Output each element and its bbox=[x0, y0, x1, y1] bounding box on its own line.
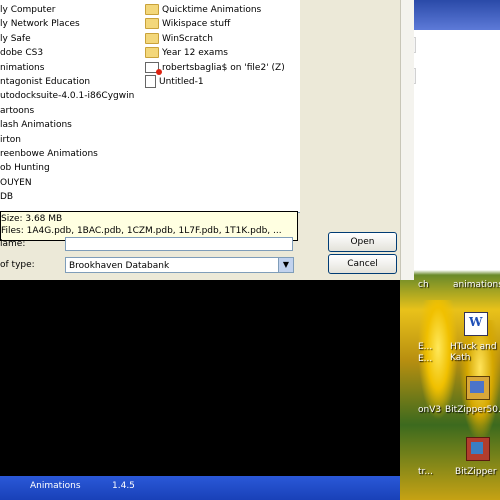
file-list-item-label: reenbowe Animations bbox=[0, 149, 98, 159]
open-button[interactable]: Open bbox=[328, 232, 397, 252]
file-list-item-label: dobe CS3 bbox=[0, 48, 44, 59]
file-list-item[interactable]: DB bbox=[0, 190, 13, 204]
file-list-item-label: ly Computer bbox=[0, 5, 56, 15]
file-list-item[interactable]: ly Computer bbox=[0, 3, 55, 17]
file-list-item-label: DB bbox=[0, 192, 14, 203]
file-list-item-label: irton bbox=[0, 134, 21, 145]
file-list-item[interactable]: robertsbaglia$ on 'file2' (Z) bbox=[145, 61, 285, 75]
file-type-label: of type: bbox=[0, 260, 35, 270]
file-list-item-label: lash Animations bbox=[0, 120, 72, 131]
file-list-item[interactable]: ly Network Places bbox=[0, 17, 80, 31]
file-list-item[interactable]: ntagonist Education bbox=[0, 75, 90, 89]
file-name-input[interactable] bbox=[65, 237, 293, 251]
taskbar-item-version[interactable]: 1.4.5 bbox=[112, 481, 135, 491]
file-list-item-label: ly Network Places bbox=[0, 19, 80, 30]
folder-icon bbox=[145, 4, 159, 15]
word-document-icon[interactable] bbox=[464, 312, 488, 336]
document-icon bbox=[145, 75, 156, 88]
background-window bbox=[413, 30, 500, 265]
file-type-select[interactable]: Brookhaven Databank ▼ bbox=[65, 257, 294, 273]
file-list-item-label: artoons bbox=[0, 105, 35, 116]
file-list-item-label: utodocksuite-4.0.1-i86Cygwin bbox=[0, 91, 135, 102]
cancel-button[interactable]: Cancel bbox=[328, 254, 397, 274]
open-file-dialog: ly Computer ly Network Places ly Safe dobe … bbox=[0, 0, 400, 280]
console-window bbox=[0, 282, 400, 482]
taskbar-item-animations[interactable]: Animations bbox=[30, 481, 81, 491]
bitzipper-icon[interactable] bbox=[466, 376, 490, 400]
desktop-label[interactable]: tr... bbox=[418, 467, 433, 477]
file-list-item-label: ly Safe bbox=[0, 33, 31, 44]
file-list-item-label: robertsbaglia$ on 'file2' (Z) bbox=[162, 62, 285, 73]
file-type-value: Brookhaven Databank bbox=[69, 261, 170, 271]
tooltip-files: Files: 1A4G.pdb, 1BAC.pdb, 1CZM.pdb, 1L7… bbox=[1, 226, 282, 236]
file-list-item[interactable]: Wikispace stuff bbox=[145, 17, 230, 31]
desktop-icon-label[interactable]: BitZipper bbox=[455, 467, 497, 477]
tooltip-size: Size: 3.68 MB bbox=[1, 214, 63, 224]
file-list-item-label: Quicktime Animations bbox=[162, 5, 262, 15]
file-list-item[interactable]: Untitled-1 bbox=[145, 75, 204, 89]
bitzipper-icon[interactable] bbox=[466, 437, 490, 461]
desktop-label[interactable]: ch bbox=[418, 280, 429, 290]
file-list-item-label: Wikispace stuff bbox=[162, 19, 231, 30]
folder-icon bbox=[145, 18, 159, 30]
desktop-label[interactable]: E... bbox=[418, 354, 432, 364]
dialog-scrollbar[interactable] bbox=[400, 0, 414, 280]
file-name-label: lame: bbox=[0, 239, 26, 249]
file-list-item[interactable]: nimations bbox=[0, 61, 44, 75]
desktop-icon-label[interactable]: HTuck and Kath bbox=[450, 342, 500, 364]
file-list-item[interactable]: Quicktime Animations bbox=[145, 3, 261, 17]
file-list-item-label: ob Hunting bbox=[0, 163, 50, 174]
file-list-item-label: OUYEN bbox=[0, 177, 32, 188]
desktop-label[interactable]: animations bbox=[453, 280, 500, 290]
taskbar: Animations 1.4.5 bbox=[0, 476, 400, 500]
dialog-side-area bbox=[300, 0, 400, 212]
chevron-down-icon[interactable]: ▼ bbox=[278, 258, 293, 272]
desktop-icon-label[interactable]: BitZipper50... bbox=[445, 405, 500, 415]
file-list-item[interactable]: artoons bbox=[0, 104, 34, 118]
file-list-item[interactable]: lash Animations bbox=[0, 118, 72, 132]
file-list-item[interactable]: irton bbox=[0, 133, 21, 147]
file-list-item-label: WinScratch bbox=[162, 33, 213, 44]
file-list-item-label: ntagonist Education bbox=[0, 77, 91, 87]
file-list-item[interactable]: reenbowe Animations bbox=[0, 147, 98, 161]
file-list-item-label: Untitled-1 bbox=[159, 77, 204, 87]
file-list-item[interactable]: WinScratch bbox=[145, 32, 213, 46]
folder-icon bbox=[145, 32, 159, 44]
file-list[interactable]: ly Computer ly Network Places ly Safe dobe … bbox=[0, 0, 300, 213]
file-list-item[interactable]: OUYEN bbox=[0, 176, 32, 190]
desktop-label[interactable]: onV3 bbox=[418, 405, 441, 415]
file-list-item-label: nimations bbox=[0, 62, 45, 73]
file-list-item[interactable]: Year 12 exams bbox=[145, 46, 228, 60]
folder-icon bbox=[145, 47, 159, 59]
file-list-item-label: Year 12 exams bbox=[162, 48, 228, 59]
file-list-item[interactable]: ob Hunting bbox=[0, 161, 50, 175]
file-list-item[interactable]: dobe CS3 bbox=[0, 46, 43, 60]
file-list-item[interactable]: ly Safe bbox=[0, 32, 31, 46]
file-list-item[interactable]: utodocksuite-4.0.1-i86Cygwin bbox=[0, 89, 134, 103]
desktop-label[interactable]: E... bbox=[418, 342, 432, 352]
network-drive-icon bbox=[145, 61, 162, 75]
